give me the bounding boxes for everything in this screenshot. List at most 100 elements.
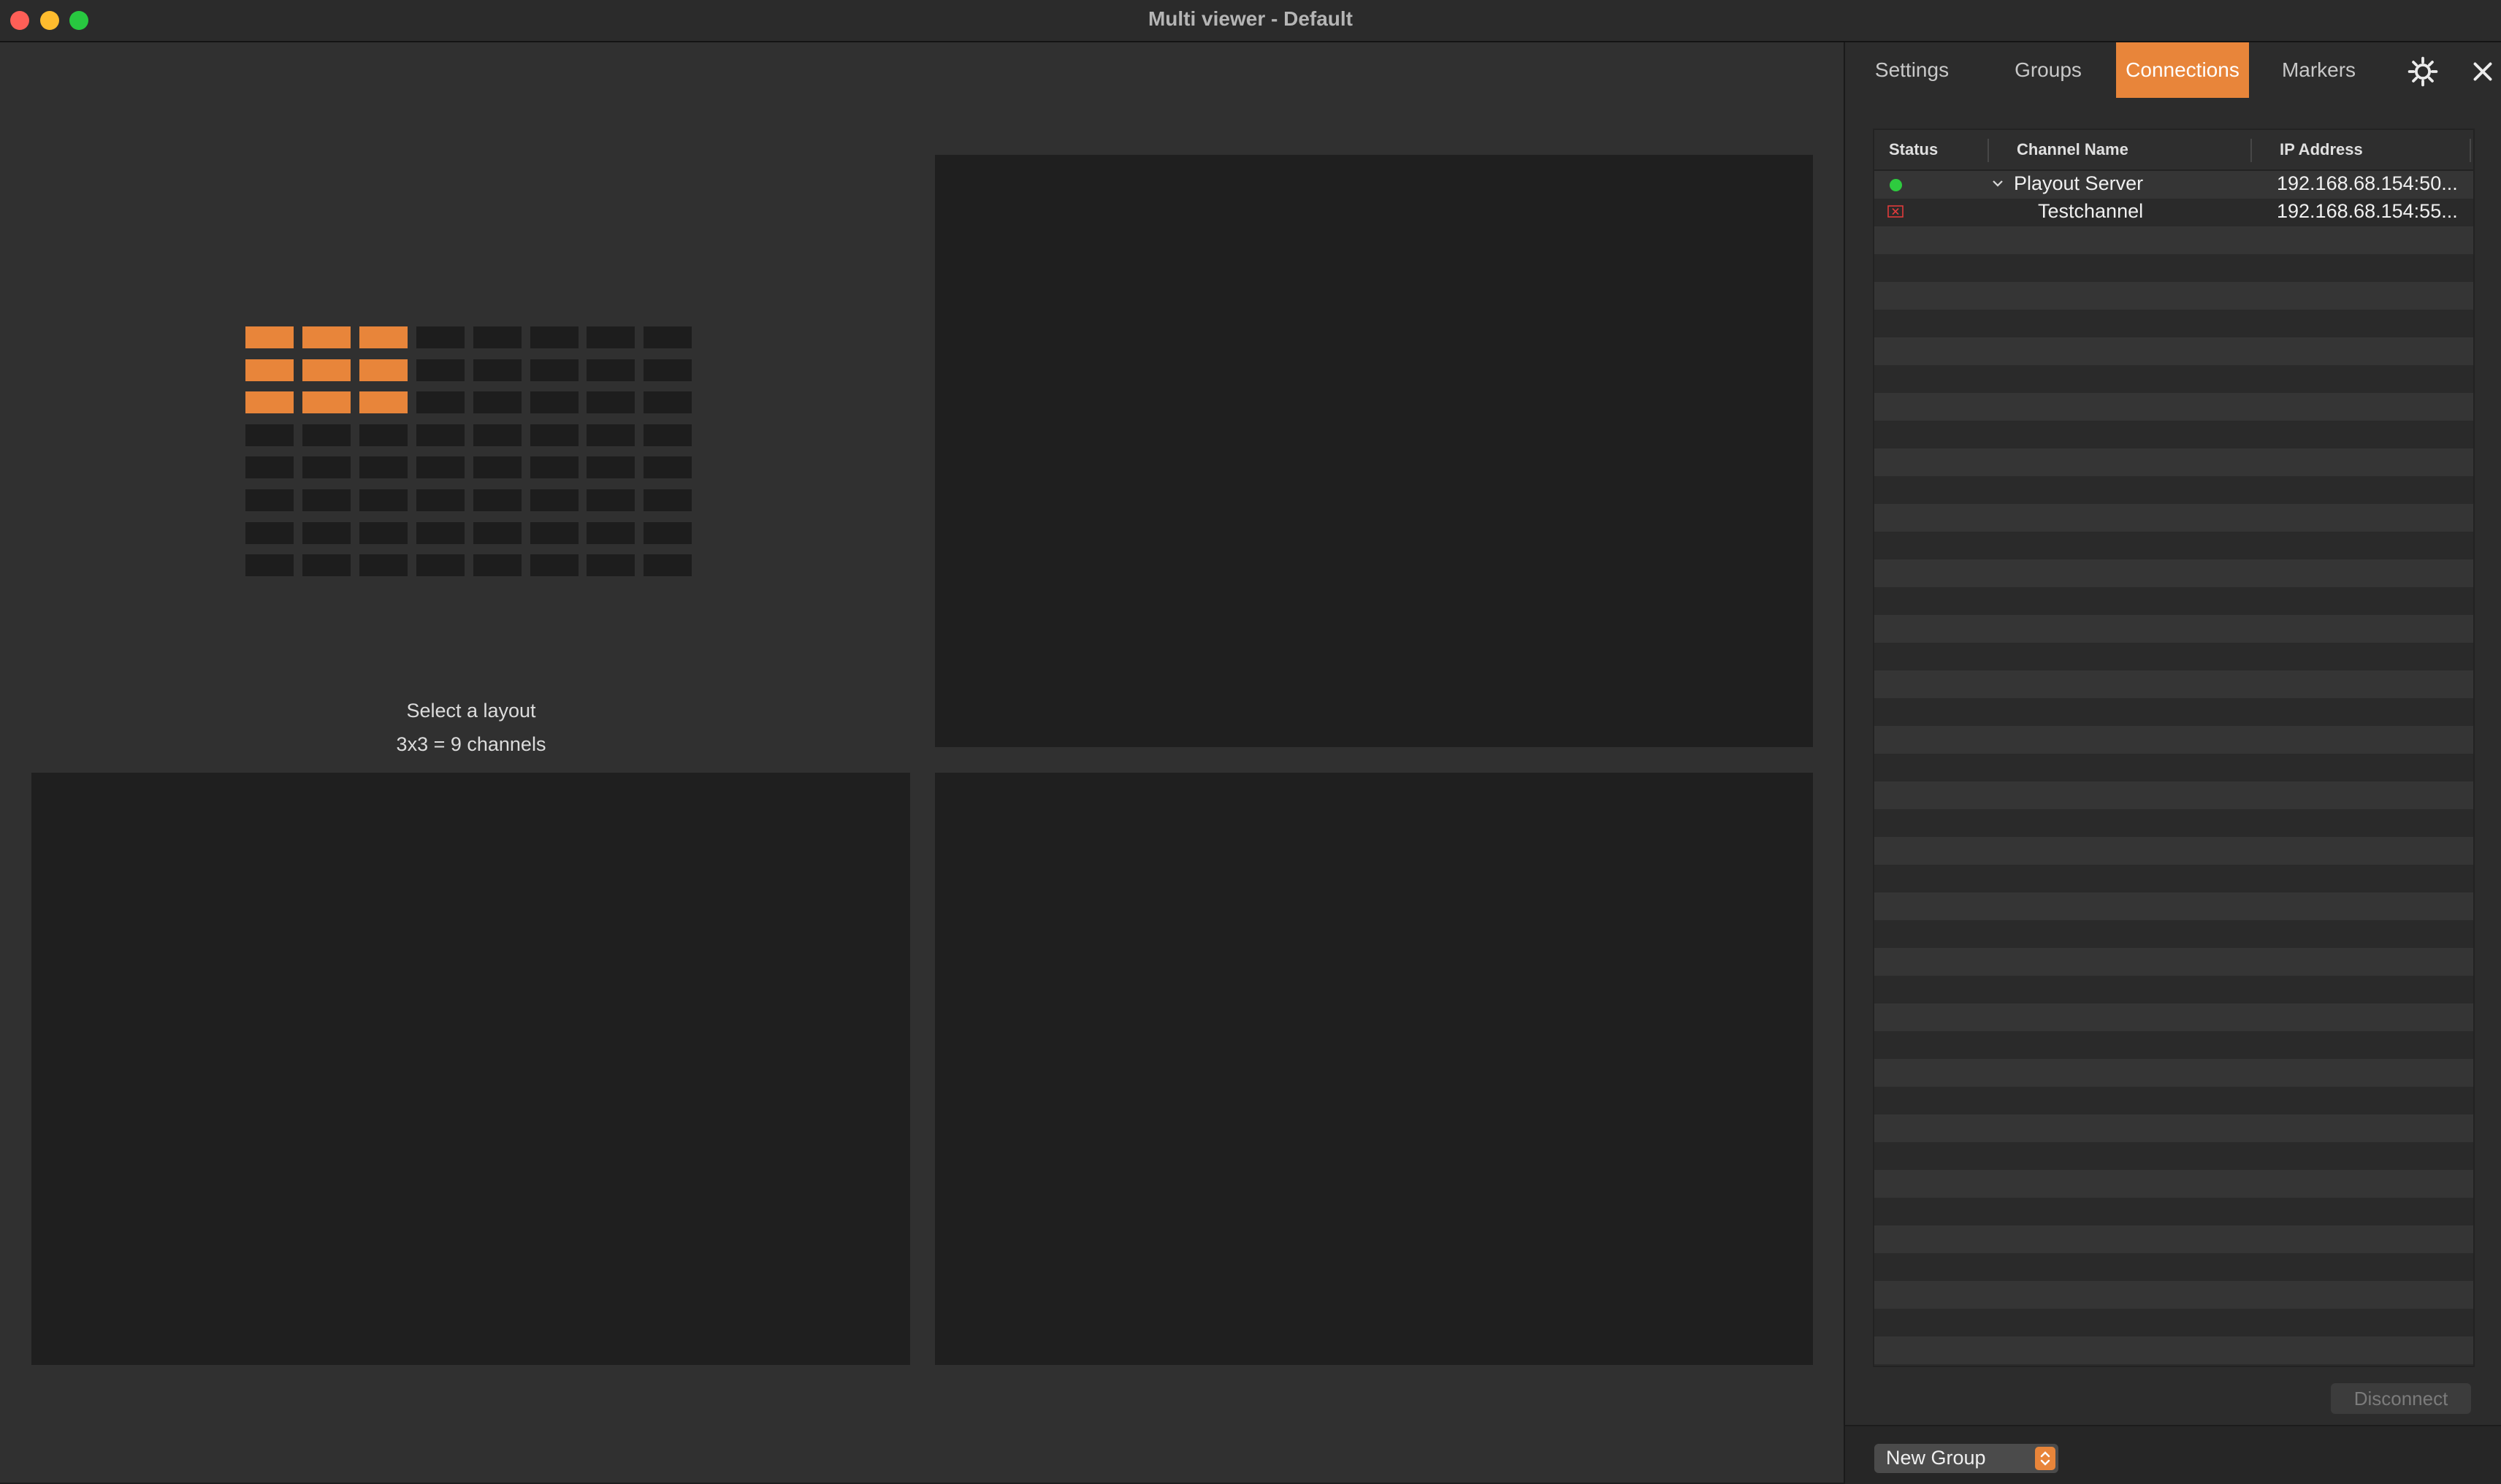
layout-grid-cell[interactable]	[530, 456, 579, 479]
layout-grid-cell[interactable]	[416, 359, 465, 381]
layout-grid-cell[interactable]	[416, 391, 465, 414]
layout-grid-cell[interactable]	[644, 424, 692, 446]
layout-grid-cell[interactable]	[644, 326, 692, 348]
window-title: Multi viewer - Default	[1148, 7, 1353, 30]
layout-grid-cell[interactable]	[359, 326, 408, 348]
layout-grid-cell[interactable]	[416, 489, 465, 511]
layout-grid-cell[interactable]	[302, 554, 351, 577]
disconnect-button[interactable]: Disconnect	[2331, 1383, 2471, 1414]
layout-grid[interactable]	[245, 326, 695, 578]
layout-grid-cell[interactable]	[530, 359, 579, 381]
layout-grid-cell[interactable]	[359, 554, 408, 577]
layout-grid-cell[interactable]	[302, 489, 351, 511]
gear-icon[interactable]	[2401, 50, 2445, 93]
layout-grid-cell[interactable]	[416, 554, 465, 577]
layout-grid-cell[interactable]	[473, 554, 522, 577]
layout-grid-cell[interactable]	[302, 359, 351, 381]
layout-grid-cell[interactable]	[473, 521, 522, 544]
viewer-pane-bottom-left[interactable]	[31, 773, 910, 1365]
table-body: Playout Server 192.168.68.154:50... Test…	[1874, 171, 2473, 1366]
chevron-down-icon[interactable]	[1991, 177, 2004, 190]
layout-grid-cell[interactable]	[644, 359, 692, 381]
connections-table: Status Channel Name IP Address Playout S…	[1873, 129, 2475, 1367]
viewer-pane-bottom-right[interactable]	[935, 773, 1813, 1365]
viewer-area: Select a layout 3x3 = 9 channels	[0, 42, 1844, 1483]
column-divider[interactable]	[2250, 139, 2252, 162]
layout-grid-cell[interactable]	[644, 391, 692, 414]
layout-grid-cell[interactable]	[302, 521, 351, 544]
layout-grid-cell[interactable]	[530, 521, 579, 544]
layout-grid-cell[interactable]	[587, 424, 635, 446]
layout-grid-cell[interactable]	[245, 489, 294, 511]
layout-grid-cell[interactable]	[587, 391, 635, 414]
layout-grid-cell[interactable]	[530, 424, 579, 446]
channel-name: Playout Server	[2014, 172, 2144, 194]
layout-grid-cell[interactable]	[416, 424, 465, 446]
layout-grid-cell[interactable]	[359, 489, 408, 511]
layout-grid-cell[interactable]	[245, 521, 294, 544]
tab-connections[interactable]: Connections	[2116, 42, 2249, 98]
layout-grid-cell[interactable]	[302, 456, 351, 479]
side-panel: Settings Groups Connections Markers Stat…	[1844, 42, 2501, 1484]
tab-groups[interactable]: Groups	[1982, 42, 2114, 98]
layout-selection: 3x3 = 9 channels	[396, 733, 546, 755]
column-divider[interactable]	[2470, 139, 2471, 162]
layout-grid-cell[interactable]	[302, 391, 351, 414]
column-ip-address[interactable]: IP Address	[2280, 130, 2363, 169]
layout-grid-cell[interactable]	[245, 424, 294, 446]
layout-grid-cell[interactable]	[245, 554, 294, 577]
column-divider[interactable]	[1988, 139, 1989, 162]
close-icon[interactable]	[2461, 50, 2501, 93]
layout-grid-cell[interactable]	[245, 326, 294, 348]
layout-grid-cell[interactable]	[416, 326, 465, 348]
layout-grid-cell[interactable]	[473, 456, 522, 479]
title-bar: Multi viewer - Default	[0, 0, 2501, 42]
column-channel-name[interactable]: Channel Name	[2017, 130, 2128, 169]
layout-grid-cell[interactable]	[587, 554, 635, 577]
layout-grid-cell[interactable]	[302, 424, 351, 446]
layout-grid-cell[interactable]	[245, 359, 294, 381]
ip-address: 192.168.68.154:50...	[2277, 172, 2458, 194]
layout-grid-cell[interactable]	[416, 456, 465, 479]
layout-grid-cell[interactable]	[473, 424, 522, 446]
column-status[interactable]: Status	[1889, 130, 1938, 169]
layout-grid-cell[interactable]	[587, 456, 635, 479]
layout-grid-cell[interactable]	[245, 391, 294, 414]
layout-grid-cell[interactable]	[587, 359, 635, 381]
layout-grid-cell[interactable]	[359, 424, 408, 446]
layout-grid-cell[interactable]	[530, 326, 579, 348]
bottom-bar: New Group	[1845, 1425, 2501, 1484]
layout-grid-cell[interactable]	[530, 489, 579, 511]
group-select[interactable]: New Group	[1874, 1444, 2058, 1473]
tab-settings[interactable]: Settings	[1845, 42, 1979, 98]
layout-grid-cell[interactable]	[644, 489, 692, 511]
layout-grid-cell[interactable]	[302, 326, 351, 348]
layout-grid-cell[interactable]	[644, 521, 692, 544]
viewer-pane-top-right[interactable]	[935, 155, 1813, 747]
layout-grid-cell[interactable]	[473, 489, 522, 511]
stepper-icon[interactable]	[2035, 1447, 2055, 1470]
layout-grid-cell[interactable]	[587, 521, 635, 544]
layout-grid-cell[interactable]	[416, 521, 465, 544]
layout-grid-cell[interactable]	[644, 554, 692, 577]
layout-prompt: Select a layout	[406, 700, 536, 722]
layout-grid-cell[interactable]	[473, 326, 522, 348]
layout-grid-cell[interactable]	[473, 359, 522, 381]
layout-grid-cell[interactable]	[530, 554, 579, 577]
table-row[interactable]: Playout Server 192.168.68.154:50...	[1874, 171, 2473, 199]
group-select-value: New Group	[1886, 1447, 1986, 1469]
table-row[interactable]: Testchannel 192.168.68.154:55...	[1874, 199, 2473, 226]
layout-grid-cell[interactable]	[587, 326, 635, 348]
tab-markers[interactable]: Markers	[2251, 42, 2386, 98]
layout-grid-cell[interactable]	[359, 391, 408, 414]
ip-address: 192.168.68.154:55...	[2277, 200, 2458, 222]
layout-grid-cell[interactable]	[245, 456, 294, 479]
layout-grid-cell[interactable]	[644, 456, 692, 479]
layout-grid-cell[interactable]	[359, 521, 408, 544]
layout-grid-cell[interactable]	[473, 391, 522, 414]
status-connected-icon	[1890, 179, 1902, 191]
layout-grid-cell[interactable]	[359, 359, 408, 381]
layout-grid-cell[interactable]	[530, 391, 579, 414]
layout-grid-cell[interactable]	[587, 489, 635, 511]
layout-grid-cell[interactable]	[359, 456, 408, 479]
